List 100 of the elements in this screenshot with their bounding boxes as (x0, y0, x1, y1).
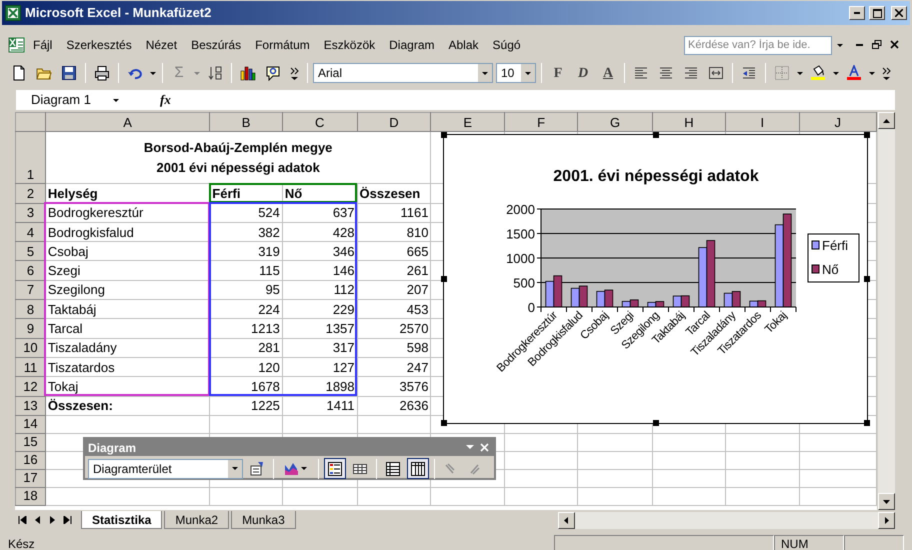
menu-item[interactable]: Beszúrás (184, 34, 248, 56)
column-header[interactable]: I (726, 112, 800, 132)
column-header[interactable]: F (504, 112, 578, 132)
row-header[interactable]: 12 (16, 376, 46, 396)
bar (672, 296, 682, 308)
chart-object-field[interactable]: Diagramterület (88, 458, 243, 478)
row-header[interactable]: 2 (16, 184, 46, 204)
row-header[interactable]: 16 (16, 451, 46, 470)
table-cell: Összesen (357, 184, 431, 204)
sheet-tab[interactable]: Munka2 (164, 511, 230, 529)
row-header[interactable]: 15 (16, 433, 46, 452)
bar (604, 290, 614, 308)
caret-icon[interactable] (149, 70, 157, 76)
align-center-icon (658, 65, 674, 81)
row-header[interactable]: 7 (16, 280, 46, 300)
by-column-button[interactable] (407, 458, 429, 479)
previous-sheet-icon (33, 516, 42, 524)
resize-handle[interactable] (864, 132, 870, 138)
row-header[interactable]: 5 (16, 242, 46, 261)
row-header[interactable]: 13 (16, 396, 46, 416)
row-header[interactable]: 8 (16, 300, 46, 319)
table-cell: 1678 (210, 376, 282, 396)
table-cell: 1161 (357, 203, 431, 222)
menu-item[interactable]: Fájl (26, 34, 60, 56)
table-cell: 382 (210, 222, 282, 242)
italic-button[interactable]: D (572, 62, 594, 84)
menu-item[interactable]: Ablak (442, 34, 486, 56)
resize-handle[interactable] (441, 132, 447, 138)
table-cell: 428 (282, 222, 358, 242)
column-header[interactable]: D (357, 112, 431, 132)
table-cell: 598 (357, 338, 431, 358)
column-header[interactable]: E (430, 112, 504, 132)
legend-icon (327, 460, 343, 476)
column-header[interactable]: H (652, 112, 726, 132)
row-header[interactable]: 1 (16, 132, 46, 184)
insert-function-button[interactable]: fx (160, 90, 171, 110)
scroll-right-button[interactable] (878, 512, 895, 528)
menu-item[interactable]: Formátum (248, 34, 317, 56)
menu-item[interactable]: Nézet (138, 34, 184, 56)
close-button[interactable] (891, 6, 907, 20)
caret-icon[interactable] (796, 70, 804, 76)
menu-item[interactable]: Diagram (382, 34, 442, 56)
fill-color-icon (810, 65, 826, 81)
by-column-icon (410, 460, 426, 476)
table-cell: 127 (282, 357, 358, 377)
row-header[interactable]: 18 (16, 487, 46, 506)
menu-item[interactable]: Szerkesztés (59, 34, 139, 56)
caret-icon (300, 466, 308, 471)
caret-icon (231, 466, 239, 471)
menu-item[interactable]: Eszközök (316, 34, 382, 56)
num-lock-indicator: NUM (774, 535, 844, 550)
caret-icon[interactable] (868, 70, 876, 76)
row-header[interactable]: 9 (16, 318, 46, 338)
underline-button[interactable]: A (597, 62, 619, 84)
column-header[interactable]: C (282, 112, 358, 132)
scroll-left-button[interactable] (558, 512, 575, 528)
table-cell: 1357 (282, 318, 358, 338)
row-header[interactable]: 4 (16, 222, 46, 242)
column-header[interactable]: B (210, 112, 282, 132)
column-header[interactable]: G (578, 112, 652, 132)
sheet-tab[interactable]: Munka3 (231, 511, 296, 529)
resize-handle[interactable] (864, 276, 870, 282)
minimize-button[interactable] (849, 6, 865, 20)
resize-handle[interactable] (864, 420, 870, 426)
menu-item[interactable]: Súgó (486, 34, 528, 56)
font-size-field[interactable]: 10 (496, 63, 536, 83)
font-field[interactable]: Arial (313, 63, 493, 83)
resize-handle[interactable] (441, 276, 447, 282)
column-header[interactable]: A (45, 112, 210, 132)
resize-handle[interactable] (652, 132, 658, 138)
row-header[interactable]: 14 (16, 415, 46, 434)
maximize-button[interactable] (869, 6, 885, 20)
toolbar-options-icon[interactable] (466, 445, 474, 450)
caret-icon[interactable] (112, 98, 120, 104)
resize-handle[interactable] (652, 420, 658, 426)
scroll-down-button[interactable] (878, 493, 895, 510)
bold-button[interactable]: F (547, 62, 569, 84)
last-sheet-icon (63, 516, 72, 524)
row-header[interactable]: 3 (16, 203, 46, 222)
sheet-tab[interactable]: Statisztika (81, 511, 162, 529)
legend-button[interactable] (324, 458, 346, 479)
row-header[interactable]: 10 (16, 338, 46, 358)
bar (706, 240, 716, 308)
bar (698, 247, 708, 308)
caret-icon[interactable] (832, 70, 840, 76)
row-header[interactable]: 17 (16, 469, 46, 488)
close-icon[interactable] (480, 443, 489, 452)
scroll-up-button[interactable] (878, 112, 895, 129)
chart-title: 2001. évi népességi adatok (553, 168, 759, 185)
align-right-icon (683, 65, 699, 81)
table-cell: 2636 (357, 396, 431, 416)
axis-label: 2000 (506, 202, 535, 217)
caret-icon[interactable] (836, 43, 844, 48)
resize-handle[interactable] (441, 420, 447, 426)
row-header[interactable]: 6 (16, 260, 46, 280)
column-header[interactable]: J (799, 112, 876, 132)
table-cell: 3576 (357, 376, 431, 396)
row-header[interactable]: 11 (16, 357, 46, 377)
workbook-icon[interactable] (8, 37, 26, 53)
table-cell: 346 (282, 242, 358, 261)
